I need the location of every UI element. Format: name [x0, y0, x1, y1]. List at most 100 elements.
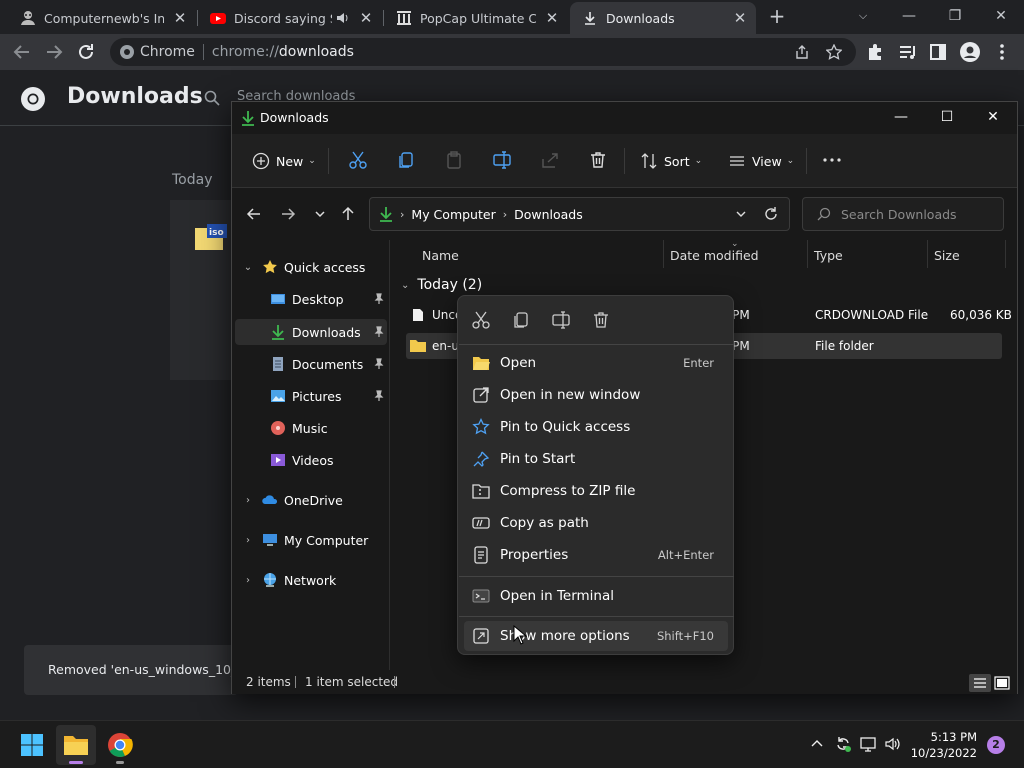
rename-icon[interactable] — [551, 310, 571, 330]
group-header-today[interactable]: ⌄ Today (2) — [401, 277, 482, 293]
sort-button[interactable]: Sort ⌄ — [640, 150, 702, 172]
copy-icon[interactable] — [511, 310, 531, 330]
nav-desktop[interactable]: Desktop — [270, 286, 388, 312]
forward-arrow-icon[interactable] — [278, 204, 298, 224]
back-arrow-icon[interactable] — [244, 204, 264, 224]
taskbar-clock[interactable]: 5:13 PM 10/23/2022 — [907, 729, 977, 761]
tab-discord-video[interactable]: Discord saying Shu ✕ — [198, 4, 382, 32]
column-divider[interactable] — [927, 240, 928, 268]
column-header-size[interactable]: Size — [934, 248, 960, 263]
recent-locations-chevron-icon[interactable] — [310, 204, 330, 224]
new-tab-button[interactable]: + — [764, 6, 790, 28]
column-header-type[interactable]: Type — [814, 248, 843, 263]
menu-item-open-terminal[interactable]: Open in Terminal — [464, 581, 728, 611]
restore-button[interactable]: ❐ — [932, 4, 978, 30]
side-panel-icon[interactable] — [926, 40, 950, 64]
sync-icon[interactable] — [834, 735, 852, 753]
menu-item-open-new-window[interactable]: Open in new window — [464, 380, 728, 410]
expand-chevron-icon[interactable]: › — [242, 575, 254, 586]
column-divider[interactable] — [663, 240, 664, 268]
nav-my-computer[interactable]: › My Computer — [246, 527, 387, 553]
reload-icon[interactable] — [74, 40, 98, 64]
cut-icon[interactable] — [471, 310, 491, 330]
back-arrow-icon[interactable] — [10, 40, 34, 64]
delete-icon[interactable] — [588, 150, 608, 170]
refresh-icon[interactable] — [763, 206, 779, 222]
close-window-button[interactable]: ✕ — [978, 4, 1024, 30]
nav-network[interactable]: › Network — [246, 567, 387, 593]
tray-overflow-chevron-icon[interactable] — [808, 735, 826, 753]
breadcrumb-downloads[interactable]: Downloads — [514, 207, 583, 222]
rename-icon[interactable] — [492, 150, 512, 170]
clock-time: 5:13 PM — [930, 730, 977, 744]
menu-item-copy-path[interactable]: Copy as path — [464, 508, 728, 538]
explorer-minimize-button[interactable]: — — [878, 106, 924, 130]
explorer-search-box[interactable]: Search Downloads — [802, 197, 1004, 231]
address-bar[interactable]: Chrome chrome:// downloads — [110, 38, 856, 66]
expand-chevron-icon[interactable]: › — [242, 535, 254, 546]
taskbar-chrome[interactable] — [100, 725, 140, 765]
share-icon[interactable] — [794, 44, 810, 60]
taskbar-file-explorer[interactable] — [56, 725, 96, 765]
close-tab-icon[interactable]: ✕ — [358, 10, 374, 26]
breadcrumb-my-computer[interactable]: My Computer — [411, 207, 495, 222]
navigation-pane: ⌄ Quick access Desktop Downloads Documen… — [232, 240, 390, 670]
copy-icon[interactable] — [396, 150, 416, 170]
speaker-icon[interactable] — [336, 11, 350, 25]
menu-item-pin-start[interactable]: Pin to Start — [464, 444, 728, 474]
delete-icon[interactable] — [591, 310, 611, 330]
bookmark-star-icon[interactable] — [826, 44, 842, 60]
tab-downloads[interactable]: Downloads ✕ — [570, 2, 756, 34]
more-options-ellipsis-icon[interactable] — [822, 152, 842, 168]
notification-badge[interactable]: 2 — [987, 736, 1005, 754]
column-header-date[interactable]: Date modified — [670, 248, 759, 263]
profile-avatar-icon[interactable] — [958, 40, 982, 64]
nav-quick-access[interactable]: ⌄ Quick access — [244, 254, 387, 280]
volume-icon[interactable] — [884, 735, 902, 753]
paste-icon[interactable] — [444, 150, 464, 170]
close-tab-icon[interactable]: ✕ — [172, 10, 188, 26]
menu-item-show-more-options[interactable]: Show more options Shift+F10 — [464, 621, 728, 651]
start-button[interactable] — [12, 725, 52, 765]
nav-downloads[interactable]: Downloads — [235, 319, 387, 345]
explorer-close-button[interactable]: ✕ — [970, 106, 1016, 130]
address-dropdown-icon[interactable] — [735, 208, 747, 220]
new-button[interactable]: New ⌄ — [252, 150, 316, 172]
explorer-maximize-button[interactable]: ☐ — [924, 106, 970, 130]
up-arrow-icon[interactable] — [338, 204, 358, 224]
collapse-chevron-icon[interactable]: ⌄ — [401, 280, 409, 291]
close-tab-icon[interactable]: ✕ — [732, 10, 748, 26]
nav-documents[interactable]: Documents — [270, 351, 388, 377]
close-tab-icon[interactable]: ✕ — [544, 10, 560, 26]
media-queue-icon[interactable] — [896, 40, 920, 64]
explorer-address-bar[interactable]: › My Computer › Downloads — [369, 197, 790, 231]
menu-item-open[interactable]: Open Enter — [464, 348, 728, 378]
tab-computernewb[interactable]: Computernewb's Intern ✕ — [8, 4, 196, 32]
kebab-menu-icon[interactable] — [990, 40, 1014, 64]
tab-popcap[interactable]: PopCap Ultimate Colle ✕ — [384, 4, 568, 32]
network-status-icon[interactable] — [860, 735, 878, 753]
share-icon[interactable] — [540, 150, 560, 170]
nav-videos[interactable]: Videos — [270, 447, 388, 473]
menu-item-properties[interactable]: Properties Alt+Enter — [464, 540, 728, 570]
nav-music[interactable]: Music — [270, 415, 388, 441]
expand-chevron-icon[interactable]: ⌄ — [242, 262, 254, 273]
forward-arrow-icon[interactable] — [42, 40, 66, 64]
tab-search-chevron-icon[interactable]: ⌵ — [840, 4, 886, 30]
menu-item-pin-quick-access[interactable]: Pin to Quick access — [464, 412, 728, 442]
column-header-name[interactable]: Name — [422, 248, 459, 263]
view-button[interactable]: View ⌄ — [728, 150, 794, 172]
cut-icon[interactable] — [348, 150, 368, 170]
minimize-button[interactable]: — — [886, 4, 932, 30]
column-divider[interactable] — [1005, 240, 1006, 268]
nav-pictures[interactable]: Pictures — [270, 383, 388, 409]
nav-onedrive[interactable]: › OneDrive — [246, 487, 387, 513]
expand-chevron-icon[interactable]: › — [242, 495, 254, 506]
extensions-puzzle-icon[interactable] — [864, 40, 888, 64]
large-icons-view-icon[interactable] — [993, 674, 1011, 692]
column-divider[interactable] — [807, 240, 808, 268]
search-placeholder: Search Downloads — [841, 206, 957, 222]
menu-item-compress-zip[interactable]: Compress to ZIP file — [464, 476, 728, 506]
computer-icon — [263, 534, 277, 546]
details-view-icon[interactable] — [969, 674, 991, 692]
